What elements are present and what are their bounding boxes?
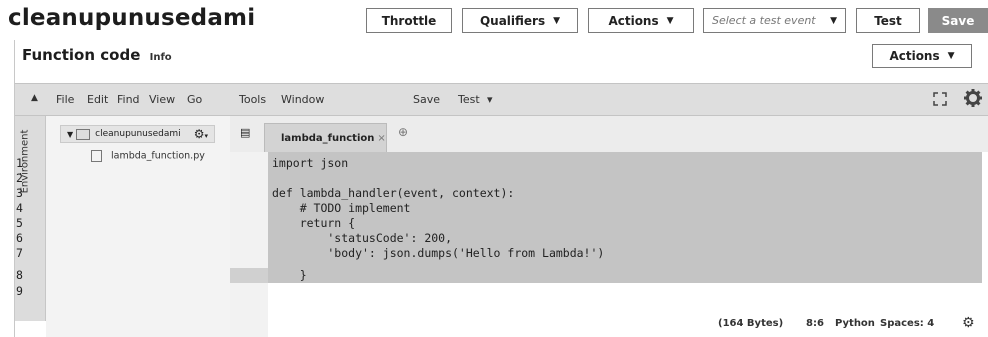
- caret-down-icon: ▼: [67, 129, 74, 139]
- status-bar: (164 Bytes) 8:6 Python Spaces: 4 ⚙: [230, 313, 988, 337]
- section-title-text: Function code: [22, 46, 141, 64]
- folder-icon: [76, 128, 91, 140]
- line-number: 4: [16, 201, 23, 215]
- menu-go[interactable]: Go: [187, 93, 202, 106]
- info-link[interactable]: Info: [150, 52, 172, 63]
- menu-view[interactable]: View: [149, 93, 175, 106]
- qualifiers-label: Qualifiers: [479, 13, 546, 28]
- code-line: 'body': json.dumps('Hello from Lambda!'): [272, 246, 605, 260]
- collapse-icon[interactable]: ▲: [31, 93, 38, 103]
- throttle-label: Throttle: [381, 13, 437, 28]
- gear-icon[interactable]: ⚙▾: [194, 127, 208, 141]
- chevron-down-icon[interactable]: ▾: [487, 93, 493, 106]
- line-number: 9: [16, 284, 23, 298]
- tab-label: lambda_function: [281, 132, 375, 144]
- line-number: 7: [16, 246, 23, 260]
- code-line: import json: [272, 156, 349, 170]
- actions-dropdown[interactable]: Actions ▼: [588, 8, 694, 33]
- code-line: # TODO implement: [272, 201, 411, 215]
- section-actions-dropdown[interactable]: Actions ▼: [872, 44, 972, 68]
- line-number: 8: [16, 268, 23, 282]
- code-line: }: [272, 268, 307, 282]
- file-size: (164 Bytes): [718, 318, 784, 329]
- ide-menu-bar: ▲ File Edit Find View Go Tools Window Sa…: [15, 83, 988, 116]
- root-folder-name: cleanupunusedami: [95, 129, 181, 139]
- tree-root-folder[interactable]: ▼ cleanupunusedami ⚙▾: [60, 125, 215, 143]
- test-label: Test: [874, 13, 902, 28]
- file-tree: ▼ cleanupunusedami ⚙▾ lambda_function.py: [46, 116, 231, 337]
- menu-window[interactable]: Window: [281, 93, 324, 106]
- menu-test[interactable]: Test: [458, 93, 480, 106]
- test-button[interactable]: Test: [856, 8, 920, 33]
- test-event-placeholder: Select a test event: [712, 14, 816, 27]
- caret-down-icon: ▼: [666, 15, 674, 26]
- indent-setting[interactable]: Spaces: 4: [880, 318, 934, 329]
- qualifiers-dropdown[interactable]: Qualifiers ▼: [462, 8, 578, 33]
- section-actions-label: Actions: [889, 49, 940, 63]
- actions-label: Actions: [608, 13, 659, 28]
- menu-edit[interactable]: Edit: [87, 93, 108, 106]
- caret-down-icon: ▼: [553, 15, 561, 26]
- throttle-button[interactable]: Throttle: [366, 8, 452, 33]
- section-title: Function code Info: [22, 46, 172, 64]
- line-number: 5: [16, 216, 23, 230]
- save-button[interactable]: Save: [928, 8, 988, 33]
- code-line: def lambda_handler(event, context):: [272, 186, 515, 200]
- line-number: 6: [16, 231, 23, 245]
- menu-find[interactable]: Find: [117, 93, 140, 106]
- menu-save[interactable]: Save: [413, 93, 440, 106]
- tab-lambda-function[interactable]: lambda_function ×: [264, 123, 387, 152]
- test-event-select[interactable]: Select a test event ▼: [703, 8, 846, 33]
- fullscreen-icon[interactable]: [933, 92, 947, 109]
- cursor-position[interactable]: 8:6: [806, 318, 824, 329]
- code-line: 'statusCode': 200,: [272, 231, 453, 245]
- caret-down-icon: ▼: [947, 51, 955, 61]
- text-selection: [268, 152, 982, 283]
- close-icon[interactable]: ×: [377, 133, 385, 144]
- caret-down-icon: ▼: [830, 15, 837, 26]
- language-mode[interactable]: Python: [835, 318, 875, 329]
- top-bar: cleanupunusedami Throttle Qualifiers ▼ A…: [0, 0, 988, 40]
- add-tab-icon[interactable]: ⊕: [398, 125, 408, 139]
- menu-tools[interactable]: Tools: [239, 93, 266, 106]
- active-line-gutter: [230, 268, 268, 283]
- save-label: Save: [941, 13, 975, 28]
- file-icon: [91, 150, 102, 162]
- code-line: return {: [272, 216, 356, 230]
- panel-toggle-icon[interactable]: ▤: [240, 126, 250, 139]
- file-name: lambda_function.py: [111, 150, 205, 162]
- tree-file-item[interactable]: lambda_function.py: [91, 150, 205, 162]
- function-name: cleanupunusedami: [8, 5, 256, 31]
- gear-icon[interactable]: [963, 88, 983, 111]
- menu-file[interactable]: File: [56, 93, 74, 106]
- gear-icon[interactable]: ⚙: [962, 315, 975, 331]
- line-number: 2: [16, 171, 23, 185]
- line-number: 3: [16, 186, 23, 200]
- line-number-gutter: [230, 152, 268, 337]
- line-number: 1: [16, 156, 23, 170]
